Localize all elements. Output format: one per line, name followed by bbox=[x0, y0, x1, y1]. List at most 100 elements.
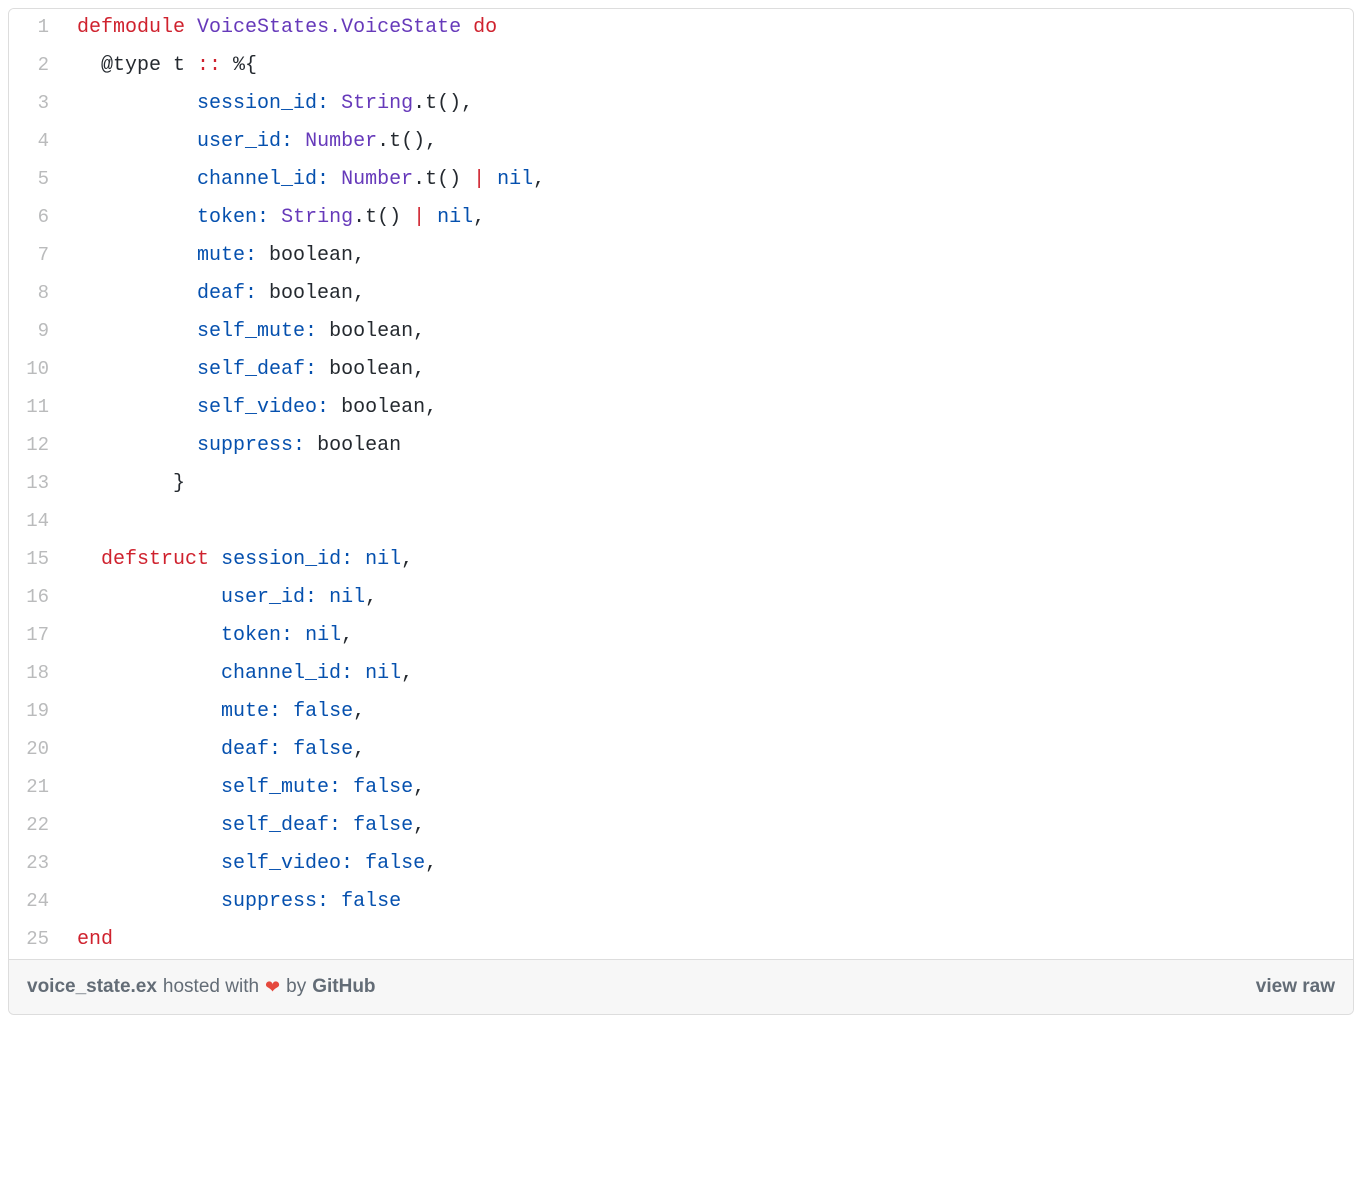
code-token bbox=[353, 548, 365, 571]
code-line: 7 mute: boolean, bbox=[9, 237, 1353, 275]
line-code[interactable]: end bbox=[65, 921, 1353, 959]
gist-footer: voice_state.ex hosted with ❤ by GitHub v… bbox=[9, 959, 1353, 1014]
view-raw-link[interactable]: view raw bbox=[1256, 976, 1335, 998]
line-number[interactable]: 18 bbox=[9, 655, 65, 693]
line-number[interactable]: 21 bbox=[9, 769, 65, 807]
code-line: 22 self_deaf: false, bbox=[9, 807, 1353, 845]
footer-left: voice_state.ex hosted with ❤ by GitHub bbox=[27, 976, 376, 998]
code-token: , bbox=[353, 700, 365, 723]
code-token bbox=[425, 206, 437, 229]
code-token bbox=[77, 776, 221, 799]
line-code[interactable]: defmodule VoiceStates.VoiceState do bbox=[65, 9, 1353, 47]
line-number[interactable]: 13 bbox=[9, 465, 65, 503]
line-code[interactable]: self_video: boolean, bbox=[65, 389, 1353, 427]
line-number[interactable]: 7 bbox=[9, 237, 65, 275]
code-token: end bbox=[77, 928, 113, 951]
line-code[interactable]: channel_id: Number.t() | nil, bbox=[65, 161, 1353, 199]
code-token: | bbox=[473, 168, 485, 191]
code-token bbox=[317, 586, 329, 609]
line-code[interactable]: self_mute: boolean, bbox=[65, 313, 1353, 351]
code-line: 2 @type t :: %{ bbox=[9, 47, 1353, 85]
line-number[interactable]: 15 bbox=[9, 541, 65, 579]
code-token: deaf: bbox=[221, 738, 281, 761]
code-token: false bbox=[341, 890, 401, 913]
filename-link[interactable]: voice_state.ex bbox=[27, 976, 157, 998]
line-code[interactable]: suppress: false bbox=[65, 883, 1353, 921]
line-number[interactable]: 10 bbox=[9, 351, 65, 389]
code-line: 8 deaf: boolean, bbox=[9, 275, 1353, 313]
line-number[interactable]: 3 bbox=[9, 85, 65, 123]
code-token bbox=[77, 434, 197, 457]
code-token: do bbox=[473, 16, 497, 39]
line-code[interactable]: self_deaf: false, bbox=[65, 807, 1353, 845]
code-token: , bbox=[473, 206, 485, 229]
code-token: boolean, bbox=[257, 282, 365, 305]
line-code[interactable]: mute: boolean, bbox=[65, 237, 1353, 275]
line-number[interactable]: 12 bbox=[9, 427, 65, 465]
code-line: 10 self_deaf: boolean, bbox=[9, 351, 1353, 389]
code-token: false bbox=[353, 814, 413, 837]
line-code[interactable]: token: String.t() | nil, bbox=[65, 199, 1353, 237]
line-code[interactable]: user_id: Number.t(), bbox=[65, 123, 1353, 161]
gist-container: 1defmodule VoiceStates.VoiceState do2 @t… bbox=[8, 8, 1354, 1015]
line-code[interactable]: self_mute: false, bbox=[65, 769, 1353, 807]
line-number[interactable]: 1 bbox=[9, 9, 65, 47]
code-line: 6 token: String.t() | nil, bbox=[9, 199, 1353, 237]
code-token bbox=[77, 890, 221, 913]
code-line: 13 } bbox=[9, 465, 1353, 503]
line-code[interactable]: self_deaf: boolean, bbox=[65, 351, 1353, 389]
github-link[interactable]: GitHub bbox=[312, 976, 375, 998]
line-number[interactable]: 22 bbox=[9, 807, 65, 845]
line-code[interactable]: self_video: false, bbox=[65, 845, 1353, 883]
code-token: self_deaf: bbox=[221, 814, 341, 837]
line-code[interactable]: @type t :: %{ bbox=[65, 47, 1353, 85]
line-number[interactable]: 23 bbox=[9, 845, 65, 883]
code-line: 11 self_video: boolean, bbox=[9, 389, 1353, 427]
code-token: VoiceStates.VoiceState bbox=[197, 16, 461, 39]
code-token: suppress: bbox=[197, 434, 305, 457]
line-code[interactable]: suppress: boolean bbox=[65, 427, 1353, 465]
code-token: false bbox=[293, 738, 353, 761]
code-token: suppress: bbox=[221, 890, 329, 913]
line-number[interactable]: 11 bbox=[9, 389, 65, 427]
line-number[interactable]: 2 bbox=[9, 47, 65, 85]
line-code[interactable]: deaf: boolean, bbox=[65, 275, 1353, 313]
line-number[interactable]: 25 bbox=[9, 921, 65, 959]
code-token: boolean, bbox=[329, 396, 437, 419]
line-code[interactable]: token: nil, bbox=[65, 617, 1353, 655]
line-code[interactable]: session_id: String.t(), bbox=[65, 85, 1353, 123]
line-code[interactable]: defstruct session_id: nil, bbox=[65, 541, 1353, 579]
code-token bbox=[77, 624, 221, 647]
code-token: false bbox=[365, 852, 425, 875]
line-number[interactable]: 20 bbox=[9, 731, 65, 769]
line-code[interactable]: mute: false, bbox=[65, 693, 1353, 731]
code-token bbox=[461, 16, 473, 39]
code-token bbox=[77, 814, 221, 837]
line-number[interactable]: 19 bbox=[9, 693, 65, 731]
line-number[interactable]: 5 bbox=[9, 161, 65, 199]
code-token bbox=[77, 244, 197, 267]
code-line: 21 self_mute: false, bbox=[9, 769, 1353, 807]
line-number[interactable]: 9 bbox=[9, 313, 65, 351]
code-token bbox=[77, 130, 197, 153]
line-code[interactable]: deaf: false, bbox=[65, 731, 1353, 769]
line-number[interactable]: 4 bbox=[9, 123, 65, 161]
line-code[interactable]: } bbox=[65, 465, 1353, 503]
line-number[interactable]: 6 bbox=[9, 199, 65, 237]
line-code[interactable]: user_id: nil, bbox=[65, 579, 1353, 617]
line-number[interactable]: 14 bbox=[9, 503, 65, 541]
code-token: , bbox=[413, 776, 425, 799]
line-code[interactable] bbox=[65, 503, 1353, 541]
code-token bbox=[485, 168, 497, 191]
line-number[interactable]: 17 bbox=[9, 617, 65, 655]
code-token: .t() bbox=[413, 168, 473, 191]
code-token bbox=[329, 92, 341, 115]
code-token: false bbox=[293, 700, 353, 723]
line-number[interactable]: 24 bbox=[9, 883, 65, 921]
line-number[interactable]: 16 bbox=[9, 579, 65, 617]
code-line: 9 self_mute: boolean, bbox=[9, 313, 1353, 351]
heart-icon: ❤ bbox=[265, 977, 280, 998]
code-line: 5 channel_id: Number.t() | nil, bbox=[9, 161, 1353, 199]
line-code[interactable]: channel_id: nil, bbox=[65, 655, 1353, 693]
line-number[interactable]: 8 bbox=[9, 275, 65, 313]
